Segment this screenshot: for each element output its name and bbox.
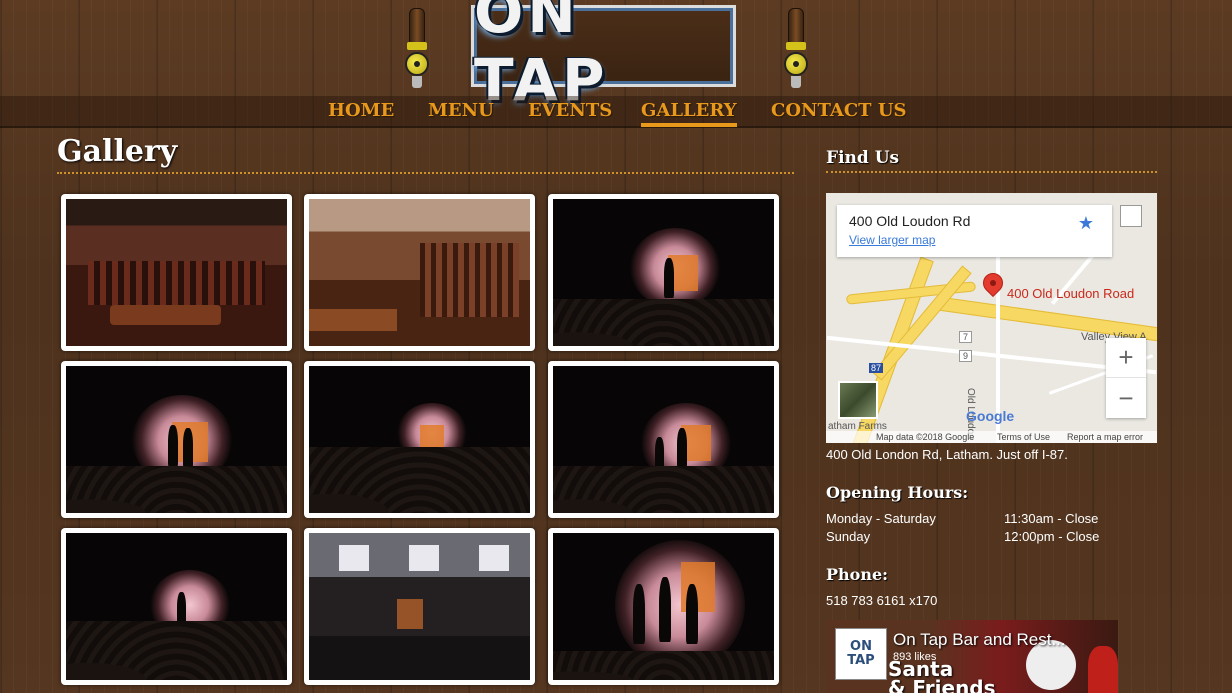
map-info-card: 400 Old Loudon Rd View larger map ★ (837, 205, 1112, 257)
gallery-photo-hall (309, 533, 530, 680)
map-terms-link[interactable]: Terms of Use (997, 432, 1050, 442)
phone-heading: Phone: (826, 565, 889, 584)
gallery-photo-stage (66, 366, 287, 513)
map-report-link[interactable]: Report a map error (1067, 432, 1143, 442)
opening-hours-heading: Opening Hours: (826, 483, 969, 502)
hours-days: Monday - Saturday (826, 511, 936, 526)
hours-days: Sunday (826, 529, 871, 544)
phone-number[interactable]: 518 783 6161 x170 (826, 593, 937, 608)
gallery-thumbnail[interactable] (304, 528, 535, 685)
gallery-thumbnail[interactable] (61, 194, 292, 351)
embedded-map[interactable]: 400 Old Loudon Rd View larger map ★ 400 … (826, 193, 1157, 443)
facebook-page-widget[interactable]: Santa & Friends ON TAP On Tap Bar and Re… (826, 620, 1118, 693)
gallery-thumbnail[interactable] (548, 528, 779, 685)
gallery-thumbnail[interactable] (304, 194, 535, 351)
map-fullscreen-toggle[interactable] (1120, 205, 1142, 227)
gallery-photo-bar-interior (66, 199, 287, 346)
site-header: ON TAP HOME MENU EVENTS GALLERY CONTACT … (0, 0, 1232, 128)
satellite-toggle-button[interactable] (838, 381, 878, 419)
nav-events[interactable]: EVENTS (528, 100, 612, 121)
save-star-icon[interactable]: ★ (1078, 213, 1094, 234)
hours-time: 11:30am - Close (1004, 511, 1099, 526)
gallery-photo-stage (553, 533, 774, 680)
facebook-cover-text: Santa & Friends (888, 657, 996, 693)
site-logo[interactable]: ON TAP (471, 0, 736, 114)
map-pin-icon[interactable] (978, 268, 1008, 298)
map-attribution: Map data ©2018 Google Terms of Use Repor… (826, 431, 1157, 443)
beer-tap-icon-left (404, 8, 430, 88)
nav-home[interactable]: HOME (328, 100, 394, 121)
gallery-thumbnail[interactable] (548, 194, 779, 351)
map-card-address: 400 Old Loudon Rd (849, 213, 971, 229)
facebook-page-logo[interactable]: ON TAP (835, 628, 887, 680)
facebook-page-name[interactable]: On Tap Bar and Rest... (893, 630, 1066, 650)
zoom-in-button[interactable]: + (1106, 338, 1146, 378)
map-data-credit: Map data ©2018 Google (876, 432, 975, 442)
nav-contact-us[interactable]: CONTACT US (771, 100, 907, 121)
view-larger-map-link[interactable]: View larger map (849, 233, 935, 247)
santa-image (1088, 646, 1118, 693)
nav-menu[interactable]: MENU (428, 100, 494, 121)
main-nav: HOME MENU EVENTS GALLERY CONTACT US (0, 96, 1232, 128)
find-us-heading: Find Us (826, 148, 900, 168)
route-9-shield-icon: 9 (959, 350, 973, 362)
gallery-thumbnail[interactable] (304, 361, 535, 518)
map-zoom-controls: + − (1106, 338, 1146, 418)
gallery-thumbnail[interactable] (548, 361, 779, 518)
title-divider (57, 172, 794, 174)
gallery-photo-bar-counter (309, 199, 530, 346)
gallery-thumbnail[interactable] (61, 528, 292, 685)
sidebar-divider (826, 171, 1157, 173)
zoom-out-button[interactable]: − (1106, 378, 1146, 418)
gallery-photo-stage (309, 366, 530, 513)
map-pin-label: 400 Old Loudon Road (1007, 286, 1135, 301)
address-text: 400 Old London Rd, Latham. Just off I-87… (826, 447, 1068, 462)
gallery-photo-stage (553, 199, 774, 346)
gallery-thumbnail[interactable] (61, 361, 292, 518)
interstate-87-shield-icon: 87 (869, 363, 884, 373)
beer-tap-icon-right (783, 8, 809, 88)
hours-time: 12:00pm - Close (1004, 529, 1100, 544)
google-logo: Google (966, 408, 1015, 424)
gallery-photo-stage (553, 366, 774, 513)
gallery-photo-stage (66, 533, 287, 680)
page-title: Gallery (57, 134, 178, 169)
facebook-likes-count: 893 likes (893, 651, 937, 663)
route-7-shield-icon: 7 (959, 331, 973, 343)
nav-gallery[interactable]: GALLERY (641, 100, 737, 127)
